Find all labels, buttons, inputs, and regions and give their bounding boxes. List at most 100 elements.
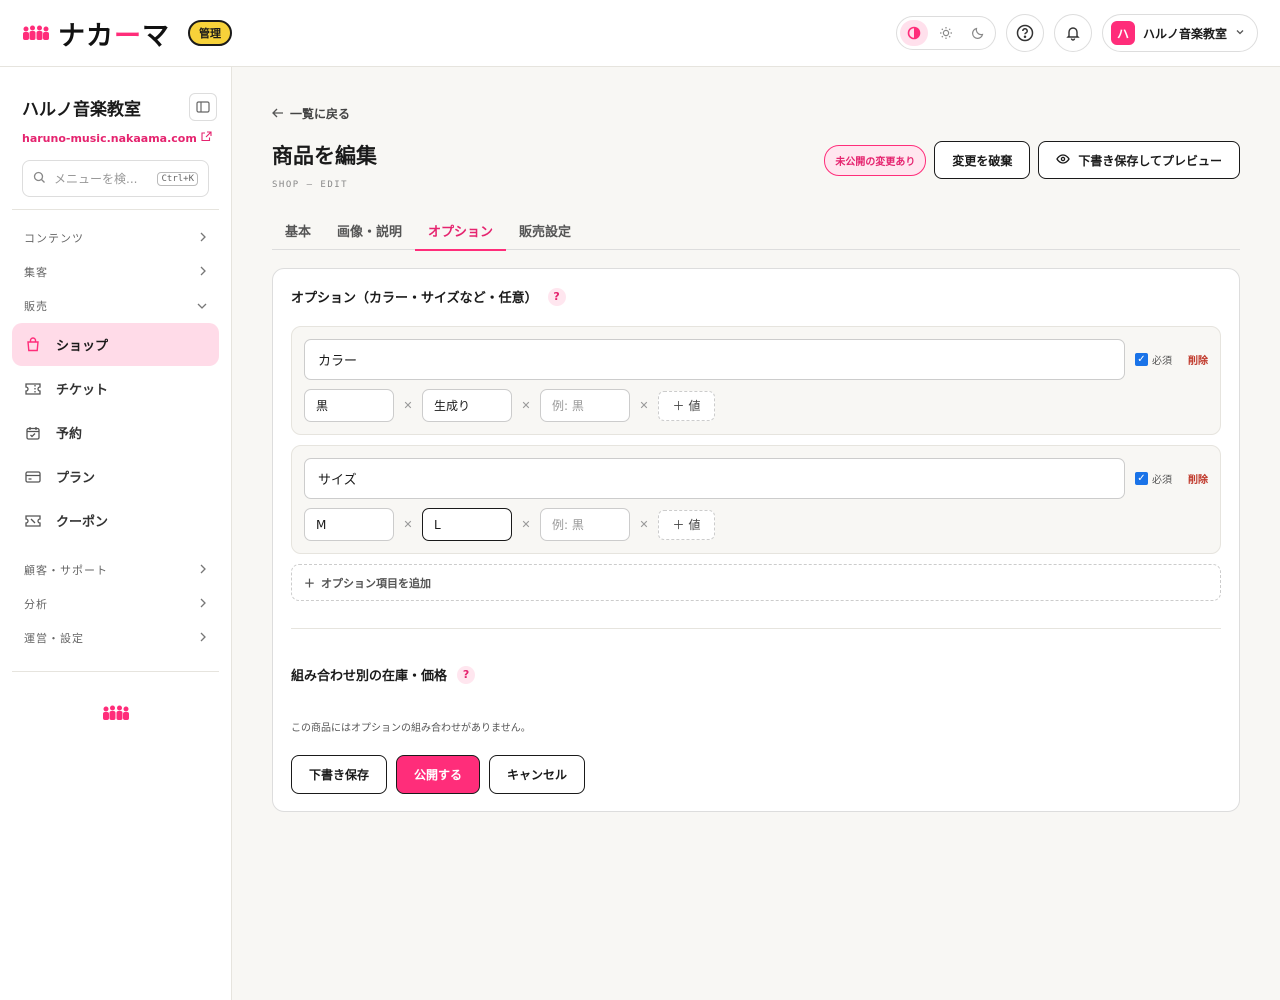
remove-value-icon[interactable]: ✕ bbox=[394, 518, 422, 531]
button-label: 値 bbox=[688, 399, 701, 413]
option-value-input[interactable]: L bbox=[422, 508, 512, 541]
add-value-button[interactable]: ＋ 値 bbox=[658, 390, 715, 421]
tab-basic[interactable]: 基本 bbox=[272, 210, 324, 250]
delete-option-button[interactable]: 削除 bbox=[1188, 352, 1208, 367]
eye-icon bbox=[1056, 153, 1071, 167]
plus-icon: ＋ bbox=[672, 518, 685, 532]
delete-option-button[interactable]: 削除 bbox=[1188, 471, 1208, 486]
options-section-title: オプション（カラー・サイズなど・任意） bbox=[291, 291, 538, 306]
sidebar-item-coupon[interactable]: クーポン bbox=[12, 499, 219, 542]
sidebar-item-plan[interactable]: プラン bbox=[12, 455, 219, 498]
sidebar-item-booking[interactable]: 予約 bbox=[12, 411, 219, 454]
required-checkbox[interactable]: ✓ 必須 bbox=[1135, 471, 1172, 486]
coupon-icon bbox=[24, 512, 42, 530]
combination-section-title: 組み合わせ別の在庫・価格 bbox=[291, 669, 448, 684]
option-name-input[interactable]: カラー bbox=[304, 339, 1125, 380]
tab-options[interactable]: オプション bbox=[415, 210, 507, 251]
no-combinations-message: この商品にはオプションの組み合わせがありません。 bbox=[291, 723, 531, 734]
sidebar-group-marketing[interactable]: 集客 bbox=[12, 255, 219, 289]
group-label: 顧客・サポート bbox=[24, 564, 108, 577]
help-icon[interactable] bbox=[1005, 14, 1044, 52]
ticket-icon bbox=[24, 380, 42, 398]
sidebar-item-label: ショップ bbox=[56, 339, 109, 354]
sidebar-collapse-icon[interactable] bbox=[189, 93, 217, 121]
chevron-right-icon bbox=[199, 232, 207, 245]
admin-badge: 管理 bbox=[188, 20, 232, 46]
sidebar-title: ハルノ音楽教室 bbox=[22, 99, 141, 120]
main-content: 一覧に戻る 商品を編集 SHOP — EDIT 未公開の変更あり 変更を破棄 下… bbox=[232, 67, 1280, 812]
account-avatar: ハ bbox=[1110, 21, 1135, 45]
sidebar-group-settings[interactable]: 運営・設定 bbox=[12, 621, 219, 655]
sidebar-group-analytics[interactable]: 分析 bbox=[12, 587, 219, 621]
people-logo-icon bbox=[12, 704, 219, 722]
sidebar-item-label: プラン bbox=[56, 471, 96, 486]
contrast-theme-icon[interactable] bbox=[899, 20, 928, 46]
add-value-button[interactable]: ＋ 値 bbox=[658, 509, 715, 540]
sidebar-item-shop[interactable]: ショップ bbox=[12, 323, 219, 366]
option-item: カラー ✓ 必須 削除 黒 ✕ 生成り ✕ 例: 黒 ✕ ＋ 値 bbox=[291, 326, 1221, 435]
account-menu-button[interactable]: ハ ハルノ音楽教室 bbox=[1101, 14, 1258, 52]
remove-value-icon[interactable]: ✕ bbox=[394, 399, 422, 412]
sidebar-item-label: チケット bbox=[56, 383, 109, 398]
sidebar-group-customers[interactable]: 顧客・サポート bbox=[12, 553, 219, 587]
option-value-input[interactable]: 生成り bbox=[422, 389, 512, 422]
remove-value-icon[interactable]: ✕ bbox=[630, 399, 658, 412]
option-value-input[interactable]: 黒 bbox=[304, 389, 394, 422]
option-item: サイズ ✓ 必須 削除 M ✕ L ✕ 例: 黒 ✕ ＋ 値 bbox=[291, 445, 1221, 554]
bell-icon[interactable] bbox=[1053, 14, 1092, 52]
search-placeholder: メニューを検... bbox=[54, 172, 138, 186]
required-checkbox[interactable]: ✓ 必須 bbox=[1135, 352, 1172, 367]
credit-card-icon bbox=[24, 468, 42, 486]
sidebar-divider bbox=[12, 671, 219, 672]
save-draft-preview-button[interactable]: 下書き保存してプレビュー bbox=[1038, 141, 1240, 179]
remove-value-icon[interactable]: ✕ bbox=[512, 518, 540, 531]
cancel-button[interactable]: キャンセル bbox=[489, 755, 586, 794]
unpublished-changes-badge: 未公開の変更あり bbox=[824, 144, 927, 176]
help-question-icon[interactable]: ? bbox=[457, 665, 476, 684]
external-link-icon bbox=[201, 131, 212, 145]
page-title: 商品を編集 bbox=[272, 144, 377, 168]
search-icon bbox=[33, 171, 46, 187]
remove-value-icon[interactable]: ✕ bbox=[512, 399, 540, 412]
discard-changes-button[interactable]: 変更を破棄 bbox=[934, 141, 1031, 179]
back-to-list-link[interactable]: 一覧に戻る bbox=[272, 105, 1240, 122]
required-label: 必須 bbox=[1152, 356, 1172, 367]
section-divider bbox=[291, 628, 1221, 629]
add-option-item-button[interactable]: ＋ オプション項目を追加 bbox=[291, 564, 1221, 601]
chevron-right-icon bbox=[199, 266, 207, 279]
new-value-input[interactable]: 例: 黒 bbox=[540, 508, 630, 541]
chevron-right-icon bbox=[199, 632, 207, 645]
tab-sales-settings[interactable]: 販売設定 bbox=[506, 210, 584, 250]
calendar-icon bbox=[24, 424, 42, 442]
page-subtitle: SHOP — EDIT bbox=[272, 180, 349, 190]
chevron-down-icon bbox=[1235, 26, 1245, 40]
arrow-left-icon bbox=[272, 107, 284, 121]
site-url-link[interactable]: haruno-music.nakaama.com bbox=[12, 121, 219, 145]
new-value-input[interactable]: 例: 黒 bbox=[540, 389, 630, 422]
group-label: 運営・設定 bbox=[24, 632, 84, 645]
remove-value-icon[interactable]: ✕ bbox=[630, 518, 658, 531]
sidebar-item-ticket[interactable]: チケット bbox=[12, 367, 219, 410]
moon-icon[interactable] bbox=[964, 20, 992, 46]
required-label: 必須 bbox=[1152, 475, 1172, 486]
option-value-input[interactable]: M bbox=[304, 508, 394, 541]
sidebar: ハルノ音楽教室 haruno-music.nakaama.com メニューを検.… bbox=[0, 67, 232, 1000]
plus-icon: ＋ bbox=[304, 576, 315, 590]
help-question-icon[interactable]: ? bbox=[547, 287, 566, 306]
save-draft-button[interactable]: 下書き保存 bbox=[291, 755, 388, 794]
sidebar-group-contents[interactable]: コンテンツ bbox=[12, 221, 219, 255]
sidebar-group-sales[interactable]: 販売 bbox=[12, 289, 219, 323]
back-label: 一覧に戻る bbox=[290, 107, 351, 121]
options-card: オプション（カラー・サイズなど・任意） ? カラー ✓ 必須 削除 黒 ✕ 生成… bbox=[272, 268, 1240, 812]
checkmark-icon: ✓ bbox=[1135, 472, 1148, 485]
menu-search-input[interactable]: メニューを検... Ctrl+K bbox=[22, 160, 209, 197]
publish-button[interactable]: 公開する bbox=[396, 755, 481, 794]
button-label: 変更を破棄 bbox=[952, 153, 1013, 168]
tab-images-description[interactable]: 画像・説明 bbox=[324, 210, 415, 250]
checkmark-icon: ✓ bbox=[1135, 353, 1148, 366]
sun-icon[interactable] bbox=[932, 20, 960, 46]
option-name-input[interactable]: サイズ bbox=[304, 458, 1125, 499]
button-label: 下書き保存 bbox=[309, 768, 370, 782]
brand-logo[interactable]: ナカーマ 管理 bbox=[22, 14, 232, 53]
theme-toggle bbox=[895, 16, 996, 50]
